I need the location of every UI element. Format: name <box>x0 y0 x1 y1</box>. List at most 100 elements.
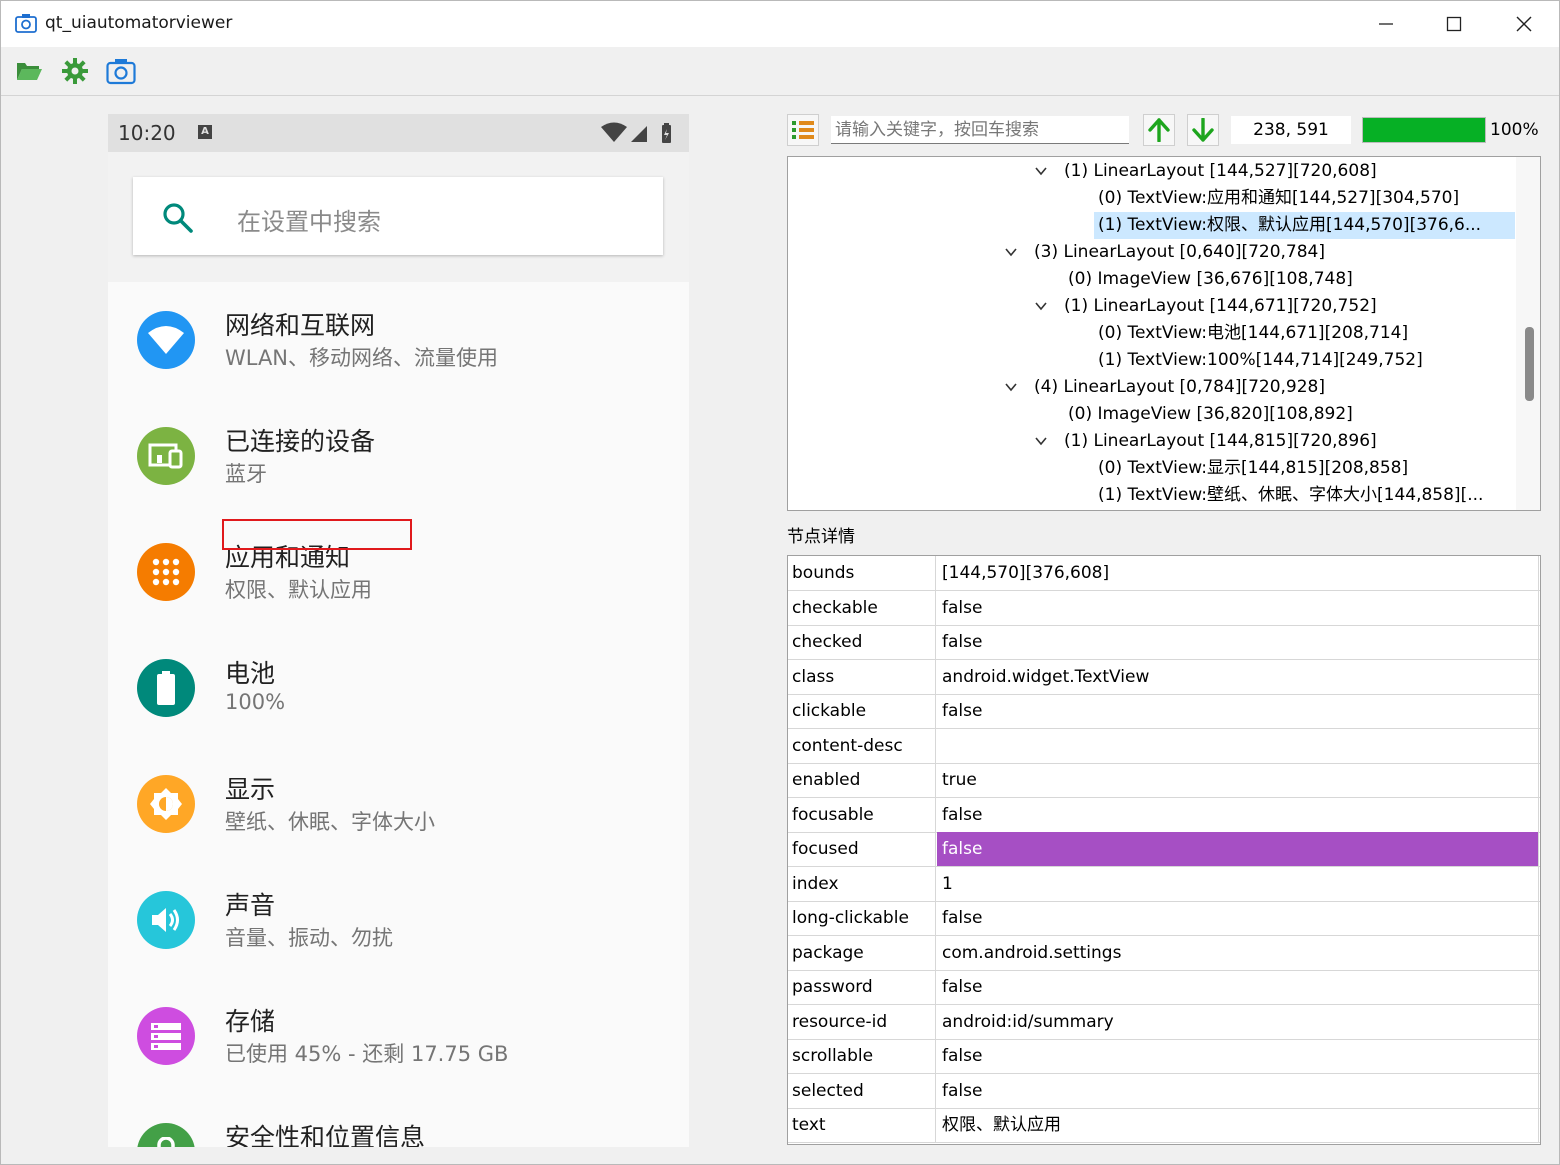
tree-node[interactable]: (1) LinearLayout [144,815][720,896] <box>1034 428 1377 455</box>
scroll-thumb[interactable] <box>1525 327 1534 401</box>
detail-row[interactable]: content-desc <box>788 728 1540 764</box>
detail-value[interactable]: false <box>937 970 1539 1004</box>
storage-icon <box>137 1007 195 1065</box>
detail-key: bounds <box>788 556 936 590</box>
tree-scrollbar[interactable] <box>1516 157 1540 510</box>
tree-node[interactable]: (0) ImageView [36,820][108,892] <box>1064 401 1353 428</box>
tree-node-label: (1) LinearLayout [144,527][720,608] <box>1064 161 1377 181</box>
settings-item-connected-devices[interactable]: 已连接的设备 蓝牙 <box>108 398 689 514</box>
settings-search-bar[interactable]: 在设置中搜索 <box>133 177 663 255</box>
devices-icon <box>137 427 195 485</box>
expand-chevron-icon[interactable] <box>1034 428 1064 455</box>
detail-row[interactable]: password false <box>788 970 1540 1005</box>
detail-row[interactable]: long-clickable false <box>788 901 1540 936</box>
tree-node-label: (0) ImageView [36,676][108,748] <box>1068 269 1353 289</box>
expand-chevron-icon[interactable] <box>1034 158 1064 185</box>
tree-node-label: (1) TextView:权限、默认应用[144,570][376,6... <box>1098 215 1482 235</box>
settings-item-battery[interactable]: 电池 100% <box>108 630 689 746</box>
tree-node[interactable]: (3) LinearLayout [0,640][720,784] <box>1004 239 1325 266</box>
open-folder-button[interactable] <box>13 55 45 87</box>
app-window: qt_uiautomatorviewer 10:20 A 在设置中搜索 网络和互… <box>0 0 1560 1165</box>
maximize-button[interactable] <box>1419 1 1489 47</box>
tree-node[interactable]: (0) TextView:电池[144,671][208,714] <box>1094 320 1408 347</box>
settings-button[interactable] <box>59 55 91 87</box>
window-title: qt_uiautomatorviewer <box>45 13 233 33</box>
node-search-input[interactable] <box>831 116 1129 144</box>
detail-value[interactable] <box>937 728 1539 763</box>
tree-node[interactable]: (0) TextView:显示[144,815][208,858] <box>1094 455 1408 482</box>
detail-row[interactable]: index 1 <box>788 866 1540 902</box>
detail-row[interactable]: scrollable false <box>788 1039 1540 1074</box>
detail-value[interactable]: [144,570][376,608] <box>937 556 1539 590</box>
detail-value[interactable]: false <box>937 1073 1539 1108</box>
detail-key: index <box>788 866 936 901</box>
expand-chevron-icon[interactable] <box>1034 293 1064 320</box>
detail-row[interactable]: text 权限、默认应用 <box>788 1108 1540 1143</box>
tree-node[interactable]: (1) LinearLayout [144,671][720,752] <box>1034 293 1377 320</box>
detail-row[interactable]: package com.android.settings <box>788 935 1540 971</box>
detail-row[interactable]: checked false <box>788 625 1540 660</box>
item-title: 安全性和位置信息 <box>225 1123 426 1147</box>
settings-item-network[interactable]: 网络和互联网 WLAN、移动网络、流量使用 <box>108 282 689 398</box>
search-prev-button[interactable] <box>1143 114 1175 146</box>
settings-list: 网络和互联网 WLAN、移动网络、流量使用 已连接的设备 蓝牙 应用和通知 权限… <box>108 282 689 1147</box>
arrow-down-icon <box>1192 118 1214 142</box>
tree-node-label: (0) ImageView [36,820][108,892] <box>1068 404 1353 424</box>
detail-key: scrollable <box>788 1039 936 1073</box>
settings-item-sound[interactable]: 声音 音量、振动、勿扰 <box>108 862 689 978</box>
detail-row[interactable]: checkable false <box>788 590 1540 626</box>
tree-node[interactable]: (1) LinearLayout [144,527][720,608] <box>1034 158 1377 185</box>
detail-row[interactable]: focused false <box>788 832 1540 867</box>
detail-value[interactable]: false <box>937 832 1539 866</box>
settings-item-security[interactable]: 安全性和位置信息 <box>108 1094 689 1147</box>
minimize-button[interactable] <box>1351 1 1421 47</box>
detail-value[interactable]: false <box>937 797 1539 832</box>
search-next-button[interactable] <box>1187 114 1219 146</box>
detail-key: enabled <box>788 763 936 797</box>
detail-value[interactable]: false <box>937 694 1539 728</box>
detail-row[interactable]: clickable false <box>788 694 1540 729</box>
detail-row[interactable]: class android.widget.TextView <box>788 659 1540 695</box>
settings-item-storage[interactable]: 存储 已使用 45% - 还剩 17.75 GB <box>108 978 689 1094</box>
detail-value[interactable]: true <box>937 763 1539 797</box>
detail-value[interactable]: com.android.settings <box>937 935 1539 970</box>
selected-node-highlight <box>222 519 412 550</box>
device-screenshot[interactable]: 10:20 A 在设置中搜索 网络和互联网 WLAN、移动网络、流量使用 已连接… <box>108 114 689 1147</box>
close-button[interactable] <box>1489 1 1559 47</box>
detail-value[interactable]: false <box>937 625 1539 659</box>
detail-row[interactable]: focusable false <box>788 797 1540 833</box>
screenshot-button[interactable] <box>105 55 137 87</box>
tree-node[interactable]: (1) TextView:权限、默认应用[144,570][376,6... <box>1094 212 1515 239</box>
search-icon <box>163 203 193 233</box>
detail-value[interactable]: android.widget.TextView <box>937 659 1539 694</box>
tree-node[interactable]: (4) LinearLayout [0,784][720,928] <box>1004 374 1325 401</box>
detail-value[interactable]: android:id/summary <box>937 1004 1539 1039</box>
detail-value[interactable]: false <box>937 1039 1539 1073</box>
tree-node[interactable]: (1) TextView:壁纸、休眠、字体大小[144,858][... <box>1094 482 1483 509</box>
tree-node[interactable]: (0) ImageView [36,676][108,748] <box>1064 266 1353 293</box>
settings-item-display[interactable]: 显示 壁纸、休眠、字体大小 <box>108 746 689 862</box>
detail-value[interactable]: false <box>937 901 1539 935</box>
detail-value[interactable]: 1 <box>937 866 1539 901</box>
detail-row[interactable]: bounds [144,570][376,608] <box>788 556 1540 591</box>
expand-chevron-icon[interactable] <box>1004 374 1034 401</box>
tree-node[interactable]: (1) TextView:100%[144,714][249,752] <box>1094 347 1423 374</box>
wifi-icon <box>137 311 195 369</box>
item-subtitle: 蓝牙 <box>225 462 267 486</box>
tree-node-label: (3) LinearLayout [0,640][720,784] <box>1034 242 1326 262</box>
detail-row[interactable]: selected false <box>788 1073 1540 1109</box>
detail-row[interactable]: resource-id android:id/summary <box>788 1004 1540 1040</box>
detail-value[interactable]: false <box>937 590 1539 625</box>
item-subtitle: 权限、默认应用 <box>225 578 372 602</box>
detail-row[interactable]: enabled true <box>788 763 1540 798</box>
status-time: 10:20 <box>118 121 176 145</box>
tree-node[interactable]: (0) TextView:应用和通知[144,527][304,570] <box>1094 185 1459 212</box>
detail-value[interactable]: 权限、默认应用 <box>937 1108 1539 1142</box>
node-tree-view[interactable]: (1) TextView:壁纸、休眠、字体大小[144,858][... (0) … <box>787 156 1541 511</box>
minimize-icon <box>1379 23 1393 25</box>
item-subtitle: 已使用 45% - 还剩 17.75 GB <box>225 1042 509 1066</box>
screenshot-camera-icon <box>106 59 136 85</box>
tree-node-label: (1) LinearLayout [144,815][720,896] <box>1064 431 1377 451</box>
tree-list-button[interactable] <box>787 114 819 146</box>
expand-chevron-icon[interactable] <box>1004 239 1034 266</box>
